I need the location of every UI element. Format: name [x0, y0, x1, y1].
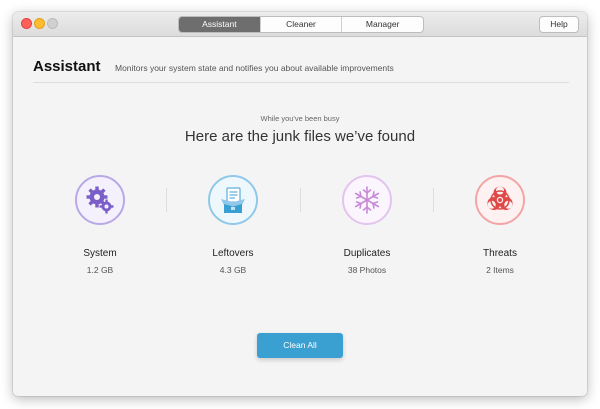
- help-button[interactable]: Help: [539, 16, 579, 33]
- app-window: Assistant Cleaner Manager Help Assistant…: [13, 12, 587, 396]
- category-duplicates[interactable]: Duplicates 38 Photos: [317, 175, 417, 275]
- page-header: Assistant Monitors your system state and…: [33, 58, 569, 83]
- clean-all-button[interactable]: Clean All: [257, 333, 343, 358]
- title-bar: Assistant Cleaner Manager Help: [13, 12, 587, 37]
- category-value: 4.3 GB: [219, 265, 247, 275]
- category-value: 2 Items: [486, 265, 514, 275]
- category-leftovers[interactable]: Leftovers 4.3 GB: [183, 175, 283, 275]
- page-title: Assistant: [33, 58, 101, 75]
- view-switcher: Assistant Cleaner Manager: [178, 16, 424, 33]
- category-label: Duplicates: [343, 248, 391, 259]
- tab-manager[interactable]: Manager: [341, 17, 423, 32]
- zoom-window-button[interactable]: [47, 18, 58, 29]
- separator: [166, 188, 167, 212]
- minimize-window-button[interactable]: [34, 18, 45, 29]
- category-label: System: [83, 248, 117, 259]
- category-threats[interactable]: Threats 2 Items: [450, 175, 550, 275]
- category-value: 38 Photos: [347, 265, 387, 275]
- separator: [300, 188, 301, 212]
- gear-icon: [75, 175, 125, 225]
- open-box-icon: [208, 175, 258, 225]
- separator: [433, 188, 434, 212]
- close-window-button[interactable]: [21, 18, 32, 29]
- tab-cleaner[interactable]: Cleaner: [259, 17, 342, 32]
- category-label: Leftovers: [212, 248, 254, 259]
- category-label: Threats: [483, 248, 517, 259]
- tab-assistant[interactable]: Assistant: [179, 17, 260, 32]
- category-system[interactable]: System 1.2 GB: [50, 175, 150, 275]
- summary-headline: Here are the junk files we’ve found: [184, 128, 416, 145]
- page-subtitle: Monitors your system state and notifies …: [115, 63, 394, 73]
- snowflake-icon: [342, 175, 392, 225]
- summary-eyebrow: While you've been busy: [260, 114, 340, 123]
- biohazard-icon: [475, 175, 525, 225]
- category-value: 1.2 GB: [86, 265, 114, 275]
